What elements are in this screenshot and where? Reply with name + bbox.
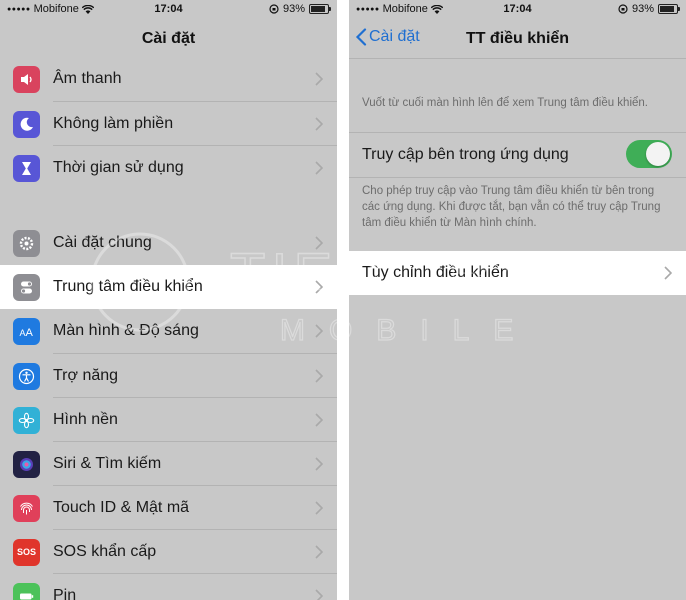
toggle-knob: [646, 142, 670, 166]
text-size-icon: AA: [13, 317, 40, 345]
page-title: TT điều khiển: [465, 30, 570, 47]
settings-item-battery[interactable]: Pin: [0, 574, 337, 600]
settings-item-control-center[interactable]: Trung tâm điều khiển: [0, 265, 337, 309]
chevron-right-icon: [315, 545, 323, 559]
toggle-note: Cho phép truy cập vào Trung tâm điều khi…: [362, 185, 661, 229]
status-bar: ●●●●● Mobifone 17:04 93%: [0, 0, 337, 20]
nav-bar: Cài đặt TT điều khiển: [349, 20, 686, 58]
gear-icon: [13, 229, 40, 257]
access-within-apps-row: Truy cập bên trong ứng dụng: [349, 133, 686, 177]
chevron-right-icon: [315, 117, 323, 131]
settings-item-sounds[interactable]: Âm thanh: [0, 57, 337, 101]
chevron-right-icon: [315, 161, 323, 175]
settings-item-screen-time[interactable]: Thời gian sử dụng: [0, 146, 337, 190]
settings-item-label: Trung tâm điều khiển: [53, 278, 203, 295]
settings-item-label: Hình nền: [53, 411, 118, 428]
settings-item-wallpaper[interactable]: Hình nền: [0, 398, 337, 442]
fingerprint-icon: [13, 494, 40, 522]
status-bar: ●●●●● Mobifone 17:04 93%: [349, 0, 686, 20]
customize-controls-row[interactable]: Tùy chỉnh điều khiển: [349, 251, 686, 295]
battery-icon: [309, 4, 331, 14]
settings-item-label: Màn hình & Độ sáng: [53, 322, 199, 339]
settings-item-label: Thời gian sử dụng: [53, 159, 184, 176]
settings-item-siri-search[interactable]: Siri & Tìm kiếm: [0, 442, 337, 486]
intro-text: Vuốt từ cuối màn hình lên để xem Trung t…: [362, 97, 648, 109]
chevron-right-icon: [315, 413, 323, 427]
settings-item-label: Siri & Tìm kiếm: [53, 455, 162, 472]
settings-item-label: Âm thanh: [53, 70, 122, 87]
settings-item-display-brightness[interactable]: AA Màn hình & Độ sáng: [0, 309, 337, 353]
toggle-label: Truy cập bên trong ứng dụng: [362, 146, 569, 163]
settings-item-label: Không làm phiền: [53, 115, 174, 132]
rotation-lock-icon: [269, 4, 279, 14]
control-center-screen: ●●●●● Mobifone 17:04 93% Cài đặt TT điều…: [349, 0, 686, 600]
svg-text:A: A: [26, 327, 34, 339]
settings-item-general[interactable]: Cài đặt chung: [0, 221, 337, 265]
rotation-lock-icon: [618, 4, 628, 14]
customize-label: Tùy chỉnh điều khiển: [362, 264, 509, 281]
settings-item-label: SOS khẩn cấp: [53, 543, 157, 560]
chevron-right-icon: [315, 72, 323, 86]
settings-item-do-not-disturb[interactable]: Không làm phiền: [0, 102, 337, 146]
chevron-right-icon: [315, 236, 323, 250]
access-within-apps-toggle[interactable]: [626, 140, 672, 168]
settings-item-label: Trợ năng: [53, 367, 119, 384]
battery-icon: [658, 4, 680, 14]
sound-icon: [13, 65, 40, 93]
chevron-right-icon: [315, 457, 323, 471]
chevron-right-icon: [315, 324, 323, 338]
battery-icon: [13, 582, 40, 600]
chevron-right-icon: [315, 589, 323, 600]
chevron-right-icon: [315, 501, 323, 515]
settings-item-label: Pin: [53, 587, 77, 600]
battery-percent: 93%: [282, 3, 305, 15]
settings-item-accessibility[interactable]: Trợ năng: [0, 354, 337, 398]
page-title: Cài đặt: [141, 30, 196, 47]
chevron-right-icon: [315, 369, 323, 383]
settings-screen: ●●●●● Mobifone 17:04 93% Cài đặt Âm than…: [0, 0, 337, 600]
chevron-right-icon: [664, 266, 672, 280]
flower-icon: [13, 406, 40, 434]
moon-icon: [13, 110, 40, 138]
toggles-icon: [13, 273, 40, 301]
settings-item-emergency-sos[interactable]: SOS SOS khẩn cấp: [0, 530, 337, 574]
siri-icon: [13, 450, 40, 478]
hourglass-icon: [13, 154, 40, 182]
settings-item-label: Cài đặt chung: [53, 234, 152, 251]
battery-percent: 93%: [631, 3, 654, 15]
accessibility-icon: [13, 362, 40, 390]
sos-icon: SOS: [13, 538, 40, 566]
settings-item-label: Touch ID & Mật mã: [53, 499, 190, 516]
nav-bar: Cài đặt: [0, 20, 337, 58]
chevron-right-icon: [315, 280, 323, 294]
settings-item-touch-id-passcode[interactable]: Touch ID & Mật mã: [0, 486, 337, 530]
